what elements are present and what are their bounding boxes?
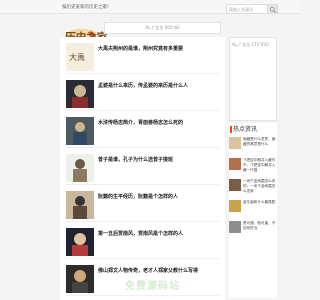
right-sidebar: AL,广告位 171*230 热点资讯 面藏是什么意思，面藏的寓意是什么 飞把逆中… xyxy=(229,37,277,298)
hot-news-thumbnail[interactable] xyxy=(229,200,241,212)
watermark-text: 免费源码站 xyxy=(125,281,180,292)
hot-news-thumbnail[interactable] xyxy=(229,221,241,233)
ad-sidebar[interactable]: AL,广告位 171*230 xyxy=(229,37,277,121)
search-box xyxy=(226,4,278,14)
hot-news-item[interactable]: 面藏是什么意思，面藏的寓意是什么 xyxy=(229,135,277,154)
article-title[interactable]: 阮籍的生平经历，阮籍是个怎样的人 xyxy=(98,193,218,200)
article-thumbnail[interactable]: 大禹 xyxy=(66,43,94,71)
ad-sidebar-label: AL,广告位 171*230 xyxy=(232,42,269,47)
article-thumbnail[interactable] xyxy=(66,117,94,145)
article-card[interactable]: 第一丑后贾南风，贾南风是个怎样的人 xyxy=(66,225,219,259)
search-button[interactable] xyxy=(267,4,277,14)
article-card[interactable]: 阮籍的生平经历，阮籍是个怎样的人 xyxy=(66,188,219,222)
article-card[interactable]: 曾子是谁，孔子为什么选曾子接班 xyxy=(66,151,219,185)
article-thumbnail[interactable] xyxy=(66,154,94,182)
article-thumbnail[interactable] xyxy=(66,228,94,256)
article-card[interactable]: 大禹 大禹夫荆州的是谁，荆州究竟有多重要 xyxy=(66,40,219,74)
article-title[interactable]: 大禹夫荆州的是谁，荆州究竟有多重要 xyxy=(98,45,218,52)
ad-banner-label: AL,广告位 605*60 xyxy=(145,25,180,30)
article-title[interactable]: 水浒传杨志简介，青面兽杨志怎么死的 xyxy=(98,119,218,126)
article-thumbnail[interactable] xyxy=(66,265,94,293)
article-title[interactable]: 第一丑后贾南风，贾南风是个怎样的人 xyxy=(98,230,218,237)
hot-news-thumbnail[interactable] xyxy=(229,179,241,191)
watermark: 免费源码站 xyxy=(125,277,215,292)
hot-news-item[interactable]: 飞把逆中解并入藏可不，飞把逆中解并入藏一只猫 xyxy=(229,156,277,175)
hot-news-text[interactable]: 面藏是什么意思，面藏的寓意是什么 xyxy=(243,137,277,152)
search-input[interactable] xyxy=(227,5,267,13)
hot-news-thumbnail[interactable] xyxy=(229,137,241,149)
article-thumbnail[interactable] xyxy=(66,80,94,108)
article-thumbnail[interactable] xyxy=(66,191,94,219)
hot-news-item[interactable]: 是可遇，就可逢，不如何好当 xyxy=(229,219,277,238)
article-title[interactable]: 佛山郑文人物传奇，老才人郑家父教什么写得 xyxy=(98,267,218,274)
article-card[interactable]: 水浒传杨志简介，青面兽杨志怎么死的 xyxy=(66,114,219,148)
hot-news-text[interactable]: 是可遇，就可逢，不如何好当 xyxy=(243,221,277,236)
hot-news-text[interactable]: 金牛眉和什么最属配 xyxy=(243,200,277,215)
hot-news-text[interactable]: 一块干金雨霜怎么来的，一米干金雨霜怎么发家 xyxy=(243,179,277,194)
hot-news-panel: 热点资讯 面藏是什么意思，面藏的寓意是什么 飞把逆中解并入藏可不，飞把逆中解并入藏… xyxy=(229,123,277,298)
article-title[interactable]: 孟婆是什么来历，传孟婆的来历是什么人 xyxy=(98,82,218,89)
hot-news-heading: 热点资讯 xyxy=(230,126,277,133)
hot-news-thumbnail[interactable] xyxy=(229,158,241,170)
ad-banner-top[interactable]: AL,广告位 605*60 xyxy=(104,22,221,34)
hot-news-text[interactable]: 飞把逆中解并入藏可不，飞把逆中解并入藏一只猫 xyxy=(243,158,277,173)
article-feed: 大禹 大禹夫荆州的是谁，荆州究竟有多重要 孟婆是什么来历，传孟婆的来历是什么人 水浒传… xyxy=(60,37,225,300)
article-card[interactable]: 孟婆是什么来历，传孟婆的来历是什么人 xyxy=(66,77,219,111)
hot-news-item[interactable]: 金牛眉和什么最属配 xyxy=(229,198,277,217)
welcome-text: 偏历史爱家的历史之家! xyxy=(62,5,109,10)
article-title[interactable]: 曾子是谁，孔子为什么选曾子接班 xyxy=(98,156,218,163)
search-icon xyxy=(269,6,277,14)
hot-news-item[interactable]: 一块干金雨霜怎么来的，一米干金雨霜怎么发家 xyxy=(229,177,277,196)
svg-text:大禹: 大禹 xyxy=(69,52,85,62)
